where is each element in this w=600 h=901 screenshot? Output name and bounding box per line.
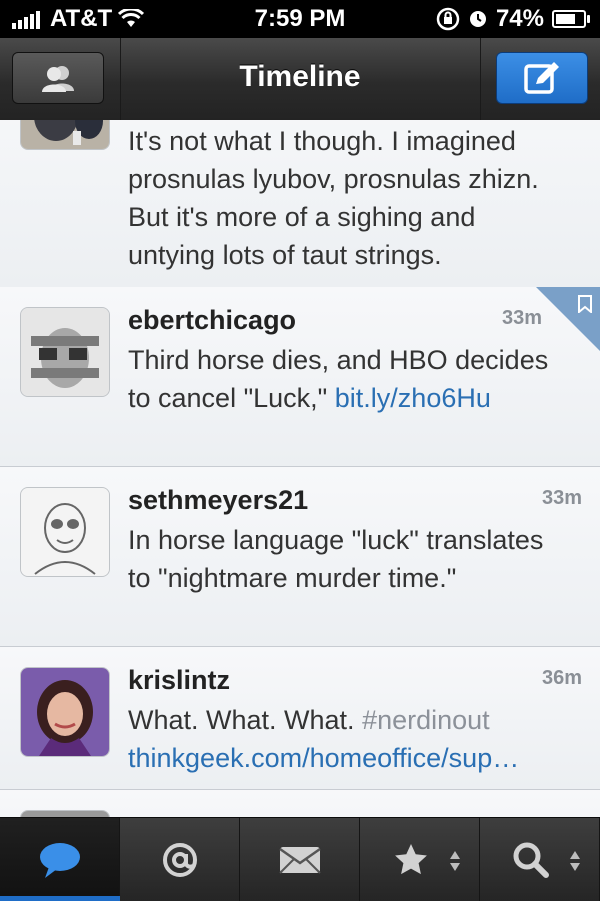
tweet-username[interactable]: krislintz	[128, 665, 230, 696]
at-icon	[162, 842, 197, 877]
tweet-link[interactable]: bit.ly/zho6Hu	[335, 383, 491, 413]
tweet-item[interactable]	[0, 790, 600, 817]
tweet-item[interactable]: krislintz 36m What. What. What. #nerdino…	[0, 647, 600, 790]
tweet-text: What. What. What. #nerdinout thinkgeek.c…	[128, 701, 568, 777]
tweet-time: 36m	[541, 667, 582, 689]
tweet-username[interactable]: sethmeyers21	[128, 485, 308, 516]
compose-icon	[524, 62, 559, 94]
tweet-link[interactable]: thinkgeek.com/homeoffice/sup…	[128, 743, 519, 773]
rotation-lock-icon	[436, 7, 460, 31]
avatar-image	[21, 120, 109, 149]
battery-icon	[552, 10, 590, 28]
navigation-bar: Timeline	[0, 38, 600, 121]
avatar[interactable]	[20, 487, 110, 577]
avatar[interactable]	[20, 667, 110, 757]
avatar-image	[21, 668, 109, 756]
avatar[interactable]	[20, 120, 110, 150]
compose-button[interactable]	[496, 52, 588, 104]
tweet-text: It's not what I though. I imagined prosn…	[128, 126, 539, 270]
battery-percent: 74%	[495, 5, 544, 32]
status-bar: AT&T 7:59 PM 74%	[0, 0, 600, 38]
tweet-item[interactable]: sethmeyers21 33m In horse language "luck…	[0, 467, 600, 647]
tweet-username[interactable]: ebertchicago	[128, 305, 296, 336]
avatar[interactable]	[20, 307, 110, 397]
star-icon	[394, 843, 427, 874]
tab-favorites[interactable]	[360, 818, 480, 901]
avatar[interactable]	[20, 810, 110, 817]
tweet-text: In horse language "luck" translates to "…	[128, 525, 544, 593]
tweet-hashtag[interactable]: #nerdinout	[362, 705, 490, 735]
battery-fill	[556, 14, 575, 24]
search-icon	[513, 842, 549, 878]
tab-messages[interactable]	[240, 818, 360, 901]
tweet-item[interactable]: It's not what I though. I imagined prosn…	[0, 120, 600, 288]
tweet-item[interactable]: ebertchicago 33m Third horse dies, and H…	[0, 287, 600, 467]
tab-mentions[interactable]	[120, 818, 240, 901]
status-right: 74%	[436, 5, 590, 33]
alarm-icon	[469, 11, 486, 27]
tab-timeline[interactable]	[0, 818, 120, 901]
sort-arrows-icon	[570, 851, 580, 871]
tweet-text-body: What. What. What.	[128, 705, 363, 735]
bookmark-icon	[578, 295, 592, 313]
timeline-list[interactable]: It's not what I though. I imagined prosn…	[0, 120, 600, 817]
tweet-text: Third horse dies, and HBO decides to can…	[128, 341, 568, 417]
tweet-time: 33m	[541, 487, 582, 509]
avatar-image	[21, 488, 109, 576]
avatar-image	[21, 308, 109, 396]
tab-search[interactable]	[480, 818, 600, 901]
sort-arrows-icon	[450, 851, 460, 871]
tab-bar	[0, 817, 600, 901]
speech-bubble-icon	[39, 842, 80, 878]
envelope-icon	[278, 846, 321, 874]
